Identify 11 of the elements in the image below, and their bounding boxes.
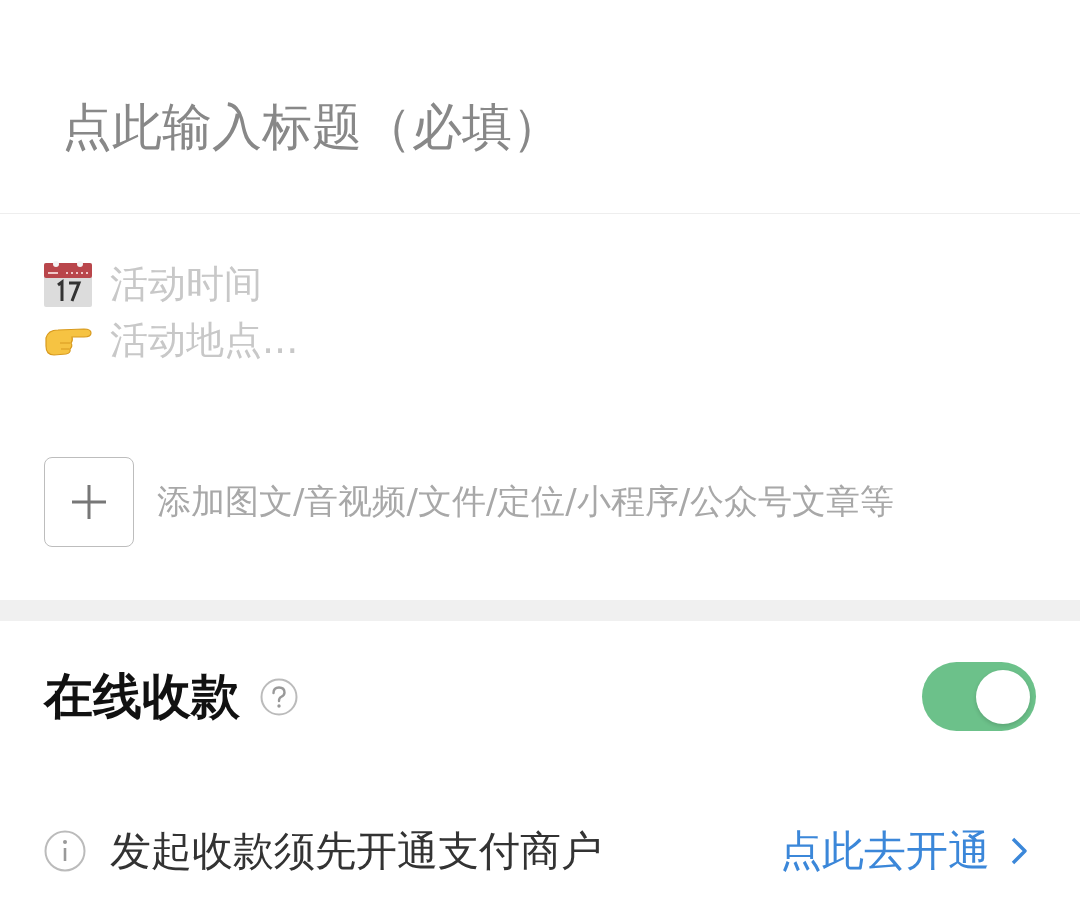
info-icon [44,830,86,872]
plus-icon [72,485,106,519]
help-icon[interactable] [260,677,298,716]
notice-text: 发起收款须先开通支付商户 [110,825,602,877]
title-field[interactable]: 点此输入标题（必填） [0,93,1062,160]
chevron-right-icon [1010,837,1028,865]
section-title: 在线收款 [44,666,240,727]
add-content-hint: 添加图文/音视频/文件/定位/小程序/公众号文章等 [157,480,895,523]
calendar-icon [44,261,92,307]
open-link[interactable]: 点此去开通 [780,823,1028,879]
add-button[interactable] [44,457,134,547]
